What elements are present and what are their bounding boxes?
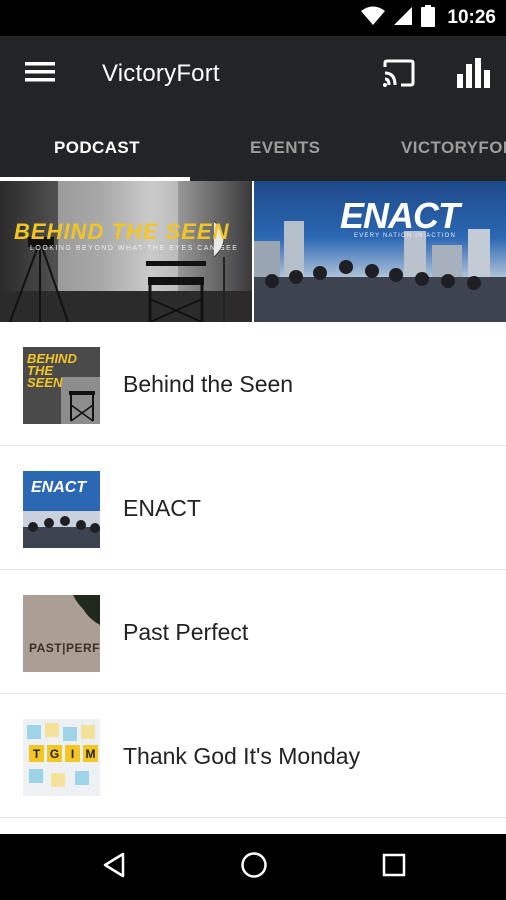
battery-icon xyxy=(421,4,436,32)
podcast-title: Behind the Seen xyxy=(123,370,294,397)
back-icon xyxy=(102,852,126,883)
podcast-thumbnail: T G I M xyxy=(23,719,100,796)
status-bar: 10:26 xyxy=(0,0,506,36)
menu-icon xyxy=(25,61,55,88)
system-nav-bar xyxy=(0,834,506,900)
thumb-text: ENACT xyxy=(31,479,87,496)
banner-behind-the-seen[interactable]: BEHIND THE SEEN LOOKING BEYOND WHAT THE … xyxy=(0,181,252,322)
tab-bar: PODCAST EVENTS VICTORYFOR xyxy=(0,114,506,181)
banner-enact[interactable]: ENACT EVERY NATION IN ACTION xyxy=(254,181,506,322)
podcast-thumbnail: PAST|PERFECT xyxy=(23,595,100,672)
podcast-thumbnail: BEHIND THE SEEN xyxy=(23,347,100,424)
thumb-letter: G xyxy=(47,745,62,762)
banner-subtitle: LOOKING BEYOND WHAT THE EYES CAN SEE xyxy=(30,245,239,252)
stats-icon xyxy=(456,57,490,93)
list-item[interactable]: T G I M Thank God It's Monday xyxy=(0,694,506,818)
home-button[interactable] xyxy=(224,844,284,890)
app-title: VictoryFort xyxy=(102,60,220,87)
home-icon xyxy=(240,851,268,884)
podcast-thumbnail: ENACT xyxy=(23,471,100,548)
thumb-text-line: SEEN xyxy=(27,375,63,390)
thumb-letter: I xyxy=(65,745,80,762)
menu-button[interactable] xyxy=(18,56,62,92)
banner-title: BEHIND THE SEEN xyxy=(14,219,230,244)
list-item[interactable]: BEHIND THE SEEN Behind the Seen xyxy=(0,322,506,446)
status-icons: 10:26 xyxy=(361,0,496,36)
banner-subtitle: EVERY NATION IN ACTION xyxy=(354,233,457,239)
banner-title: ENACT xyxy=(340,195,460,236)
tab-events[interactable]: EVENTS xyxy=(250,114,320,181)
thumb-text: PAST|PERFECT xyxy=(29,641,100,655)
cast-button[interactable] xyxy=(378,56,420,94)
status-time: 10:26 xyxy=(447,7,496,28)
podcast-title: Past Perfect xyxy=(123,618,249,645)
foliage-illustration xyxy=(23,595,100,672)
back-button[interactable] xyxy=(84,844,144,890)
thumb-letter: T xyxy=(29,745,44,762)
cell-signal-icon xyxy=(393,6,413,31)
cast-icon xyxy=(382,59,416,92)
tab-victoryfort[interactable]: VICTORYFOR xyxy=(401,114,506,181)
wifi-icon xyxy=(361,6,386,31)
stats-button[interactable] xyxy=(452,56,494,94)
list-item[interactable]: PAST|PERFECT Past Perfect xyxy=(0,570,506,694)
list-item[interactable]: ENACT ENACT xyxy=(0,446,506,570)
tab-podcast[interactable]: PODCAST xyxy=(54,114,140,181)
podcast-title: Thank God It's Monday xyxy=(123,742,361,769)
recents-icon xyxy=(382,853,406,882)
thumb-letter: M xyxy=(83,745,98,762)
podcast-title: ENACT xyxy=(123,494,201,521)
app-bar: VictoryFort xyxy=(0,36,506,114)
recents-button[interactable] xyxy=(364,844,424,890)
